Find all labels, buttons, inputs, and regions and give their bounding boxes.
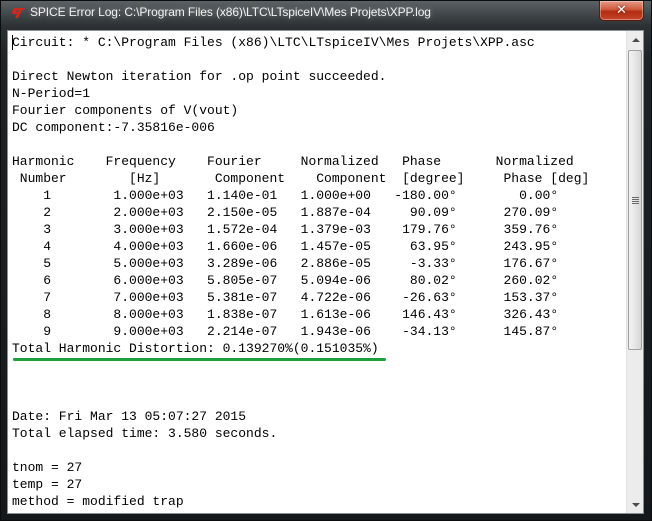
fourier-table-body: 1 1.000e+03 1.140e-01 1.000e+00 -180.00°… [12, 188, 558, 339]
table-cell: 2.214e-07 [183, 324, 278, 339]
table-cell: 243.95° [456, 239, 559, 254]
table-cell: 6.000e+03 [51, 273, 184, 288]
spice-error-log-window: SPICE Error Log: C:\Program Files (x86)\… [0, 0, 652, 521]
table-cell: 3.289e-06 [183, 256, 278, 271]
scroll-thumb[interactable] [628, 50, 642, 350]
table-header-row-2: Number [Hz] Component Component [degree]… [12, 171, 590, 186]
table-cell: 1.887e-04 [277, 205, 371, 220]
window-title: SPICE Error Log: C:\Program Files (x86)\… [30, 5, 431, 19]
table-cell: 270.09° [456, 205, 559, 220]
close-icon: ✕ [616, 3, 627, 18]
grip-icon [632, 197, 639, 205]
table-cell: 7.000e+03 [51, 290, 184, 305]
temp-line: temp = 27 [12, 477, 83, 492]
table-cell: 8.000e+03 [51, 307, 184, 322]
table-cell: 1.457e-05 [277, 239, 371, 254]
table-cell: 5.805e-07 [183, 273, 278, 288]
table-cell: 2.150e-05 [183, 205, 278, 220]
table-cell: 63.95° [370, 239, 457, 254]
table-cell: 146.43° [370, 307, 457, 322]
table-cell: 2 [12, 205, 52, 220]
table-cell: 2.000e+03 [51, 205, 184, 220]
table-cell: 4.000e+03 [51, 239, 184, 254]
date-line: Date: Fri Mar 13 05:07:27 2015 [12, 409, 247, 424]
table-cell: 5.094e-06 [277, 273, 371, 288]
scroll-down-button[interactable] [627, 496, 644, 513]
table-cell: 1.000e+00 [277, 188, 371, 203]
table-cell: 1 [12, 188, 52, 203]
log-client-area: Circuit: * C:\Program Files (x86)\LTC\LT… [7, 30, 644, 514]
fourier-line: Fourier components of V(vout) [12, 103, 239, 118]
table-cell: 0.00° [456, 188, 559, 203]
nperiod-line: N-Period=1 [12, 86, 91, 101]
table-cell: 2.886e-05 [277, 256, 371, 271]
table-cell: 179.76° [370, 222, 457, 237]
table-cell: 9.000e+03 [51, 324, 184, 339]
thd-line: Total Harmonic Distortion: 0.139270%(0.1… [12, 341, 379, 356]
table-cell: 80.02° [370, 273, 457, 288]
elapsed-time-line: Total elapsed time: 3.580 seconds. [12, 426, 278, 441]
table-header-row-1: Harmonic Frequency Fourier Normalized Ph… [12, 154, 574, 169]
table-cell: 5.000e+03 [51, 256, 184, 271]
title-bar[interactable]: SPICE Error Log: C:\Program Files (x86)\… [1, 1, 652, 25]
table-cell: 7 [12, 290, 52, 305]
table-row: 8 8.000e+03 1.838e-07 1.613e-06 146.43° … [12, 307, 558, 322]
thd-highlight-underline [13, 358, 386, 361]
table-row: 2 2.000e+03 2.150e-05 1.887e-04 90.09° 2… [12, 205, 558, 220]
dc-component-line: DC component:-7.35816e-006 [12, 120, 215, 135]
table-cell: 145.87° [456, 324, 559, 339]
scroll-up-arrow-icon [631, 37, 640, 42]
table-cell: 1.943e-06 [277, 324, 371, 339]
op-point-line: Direct Newton iteration for .op point su… [12, 69, 387, 84]
table-cell: 260.02° [456, 273, 559, 288]
table-cell: 1.000e+03 [51, 188, 184, 203]
table-cell: -34.13° [370, 324, 457, 339]
scroll-down-arrow-icon [631, 502, 640, 507]
tnom-line: tnom = 27 [12, 460, 83, 475]
table-cell: 5 [12, 256, 52, 271]
table-cell: 6 [12, 273, 52, 288]
table-row: 7 7.000e+03 5.381e-07 4.722e-06 -26.63° … [12, 290, 558, 305]
scroll-up-button[interactable] [627, 31, 644, 48]
table-cell: 1.379e-03 [277, 222, 371, 237]
table-cell: -3.33° [370, 256, 457, 271]
table-cell: 1.572e-04 [183, 222, 278, 237]
table-cell: 90.09° [370, 205, 457, 220]
table-cell: 176.67° [456, 256, 559, 271]
table-row: 3 3.000e+03 1.572e-04 1.379e-03 179.76° … [12, 222, 558, 237]
table-cell: 3 [12, 222, 52, 237]
table-cell: 1.660e-06 [183, 239, 278, 254]
table-row: 5 5.000e+03 3.289e-06 2.886e-05 -3.33° 1… [12, 256, 558, 271]
table-cell: 1.140e-01 [183, 188, 278, 203]
circuit-line: Circuit: * C:\Program Files (x86)\LTC\LT… [12, 35, 535, 50]
table-cell: 4 [12, 239, 52, 254]
table-row: 4 4.000e+03 1.660e-06 1.457e-05 63.95° 2… [12, 239, 558, 254]
log-text-area[interactable]: Circuit: * C:\Program Files (x86)\LTC\LT… [8, 31, 625, 513]
method-line: method = modified trap [12, 494, 184, 509]
close-button[interactable]: ✕ [599, 1, 644, 21]
table-cell: 326.43° [456, 307, 559, 322]
table-cell: 3.000e+03 [51, 222, 184, 237]
log-content: Circuit: * C:\Program Files (x86)\LTC\LT… [12, 34, 589, 510]
table-row: 6 6.000e+03 5.805e-07 5.094e-06 80.02° 2… [12, 273, 558, 288]
table-cell: 1.838e-07 [183, 307, 278, 322]
table-cell: 359.76° [456, 222, 559, 237]
table-cell: 9 [12, 324, 52, 339]
table-row: 9 9.000e+03 2.214e-07 1.943e-06 -34.13° … [12, 324, 558, 339]
table-cell: 1.613e-06 [277, 307, 371, 322]
table-cell: 153.37° [456, 290, 559, 305]
table-cell: 5.381e-07 [183, 290, 278, 305]
table-cell: 8 [12, 307, 52, 322]
table-cell: -180.00° [370, 188, 457, 203]
table-row: 1 1.000e+03 1.140e-01 1.000e+00 -180.00°… [12, 188, 558, 203]
vertical-scrollbar[interactable] [626, 31, 643, 513]
ltspice-logo-icon [12, 8, 25, 18]
table-cell: -26.63° [370, 290, 457, 305]
table-cell: 4.722e-06 [277, 290, 371, 305]
